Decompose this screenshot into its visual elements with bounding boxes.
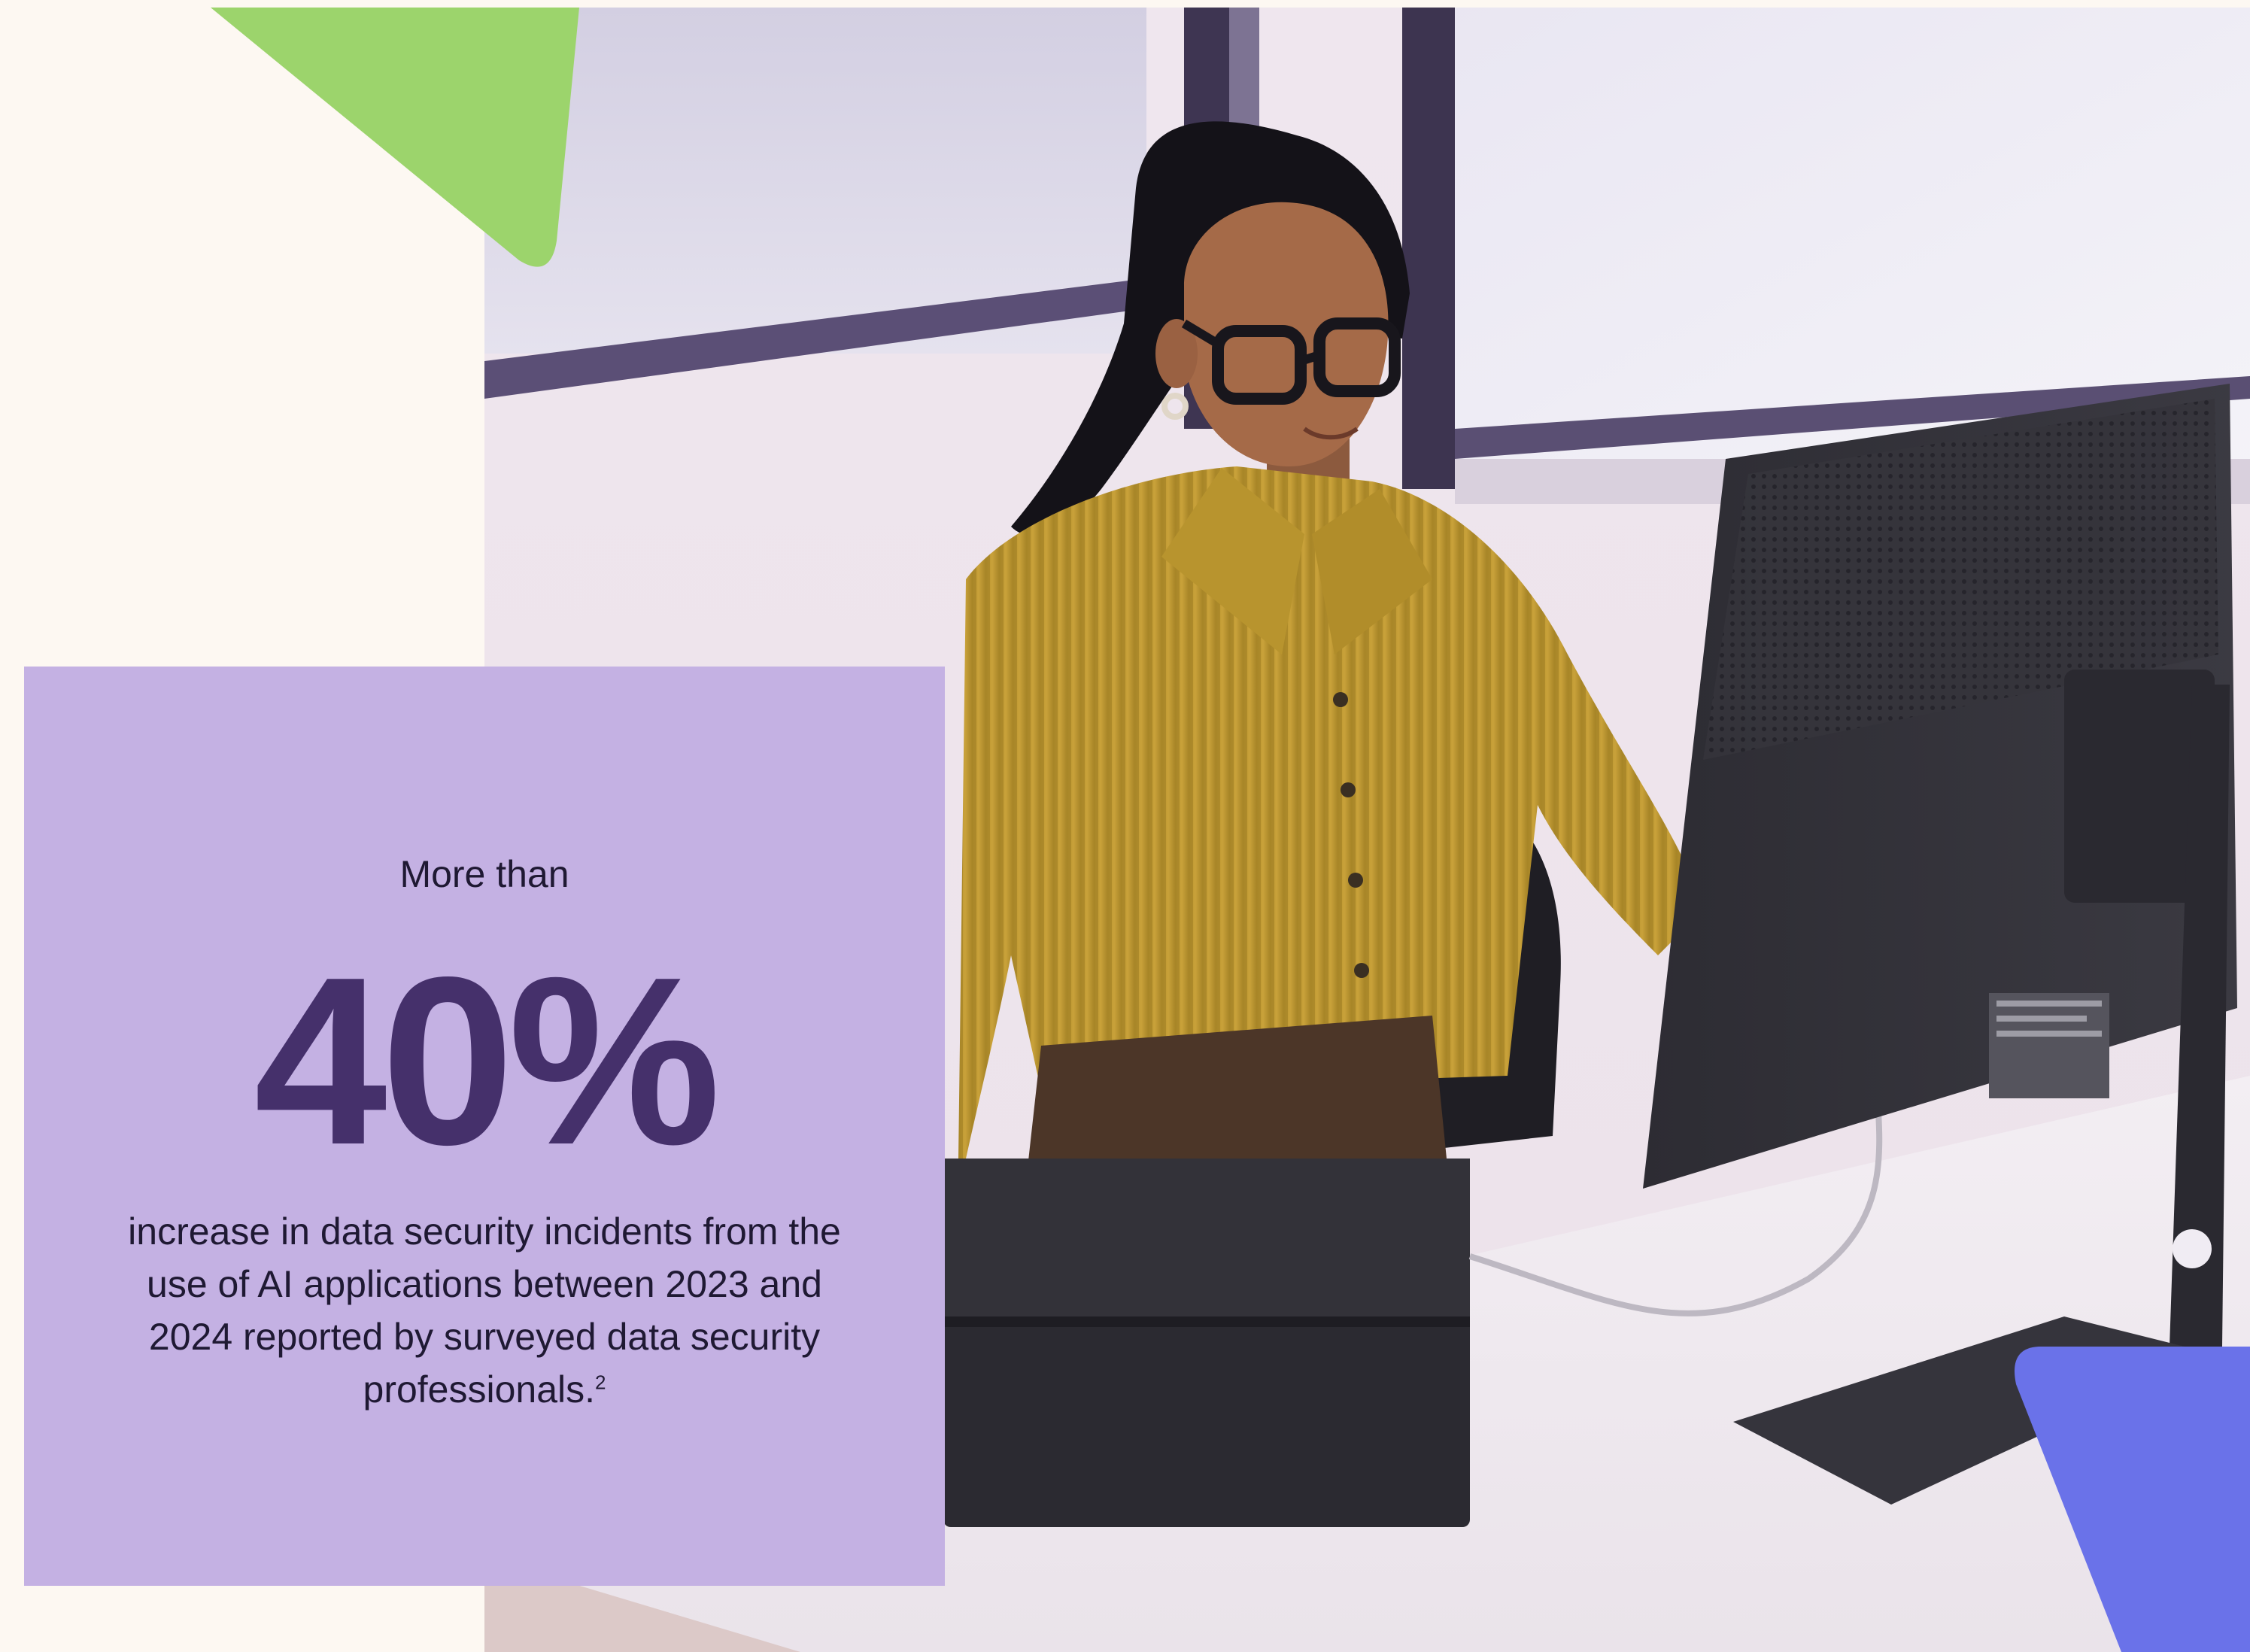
stat-value: 40% bbox=[254, 928, 721, 1195]
green-triangle-icon bbox=[211, 8, 579, 267]
page: More than 40% increase in data security … bbox=[0, 0, 2250, 1652]
stat-description-text: increase in data security incidents from… bbox=[128, 1210, 841, 1411]
stat-description: increase in data security incidents from… bbox=[114, 1205, 855, 1416]
footnote-marker: 2 bbox=[595, 1371, 606, 1394]
stat-pre-label: More than bbox=[399, 853, 569, 895]
stat-card: More than 40% increase in data security … bbox=[24, 667, 945, 1586]
blue-triangle-icon bbox=[2015, 1347, 2250, 1652]
